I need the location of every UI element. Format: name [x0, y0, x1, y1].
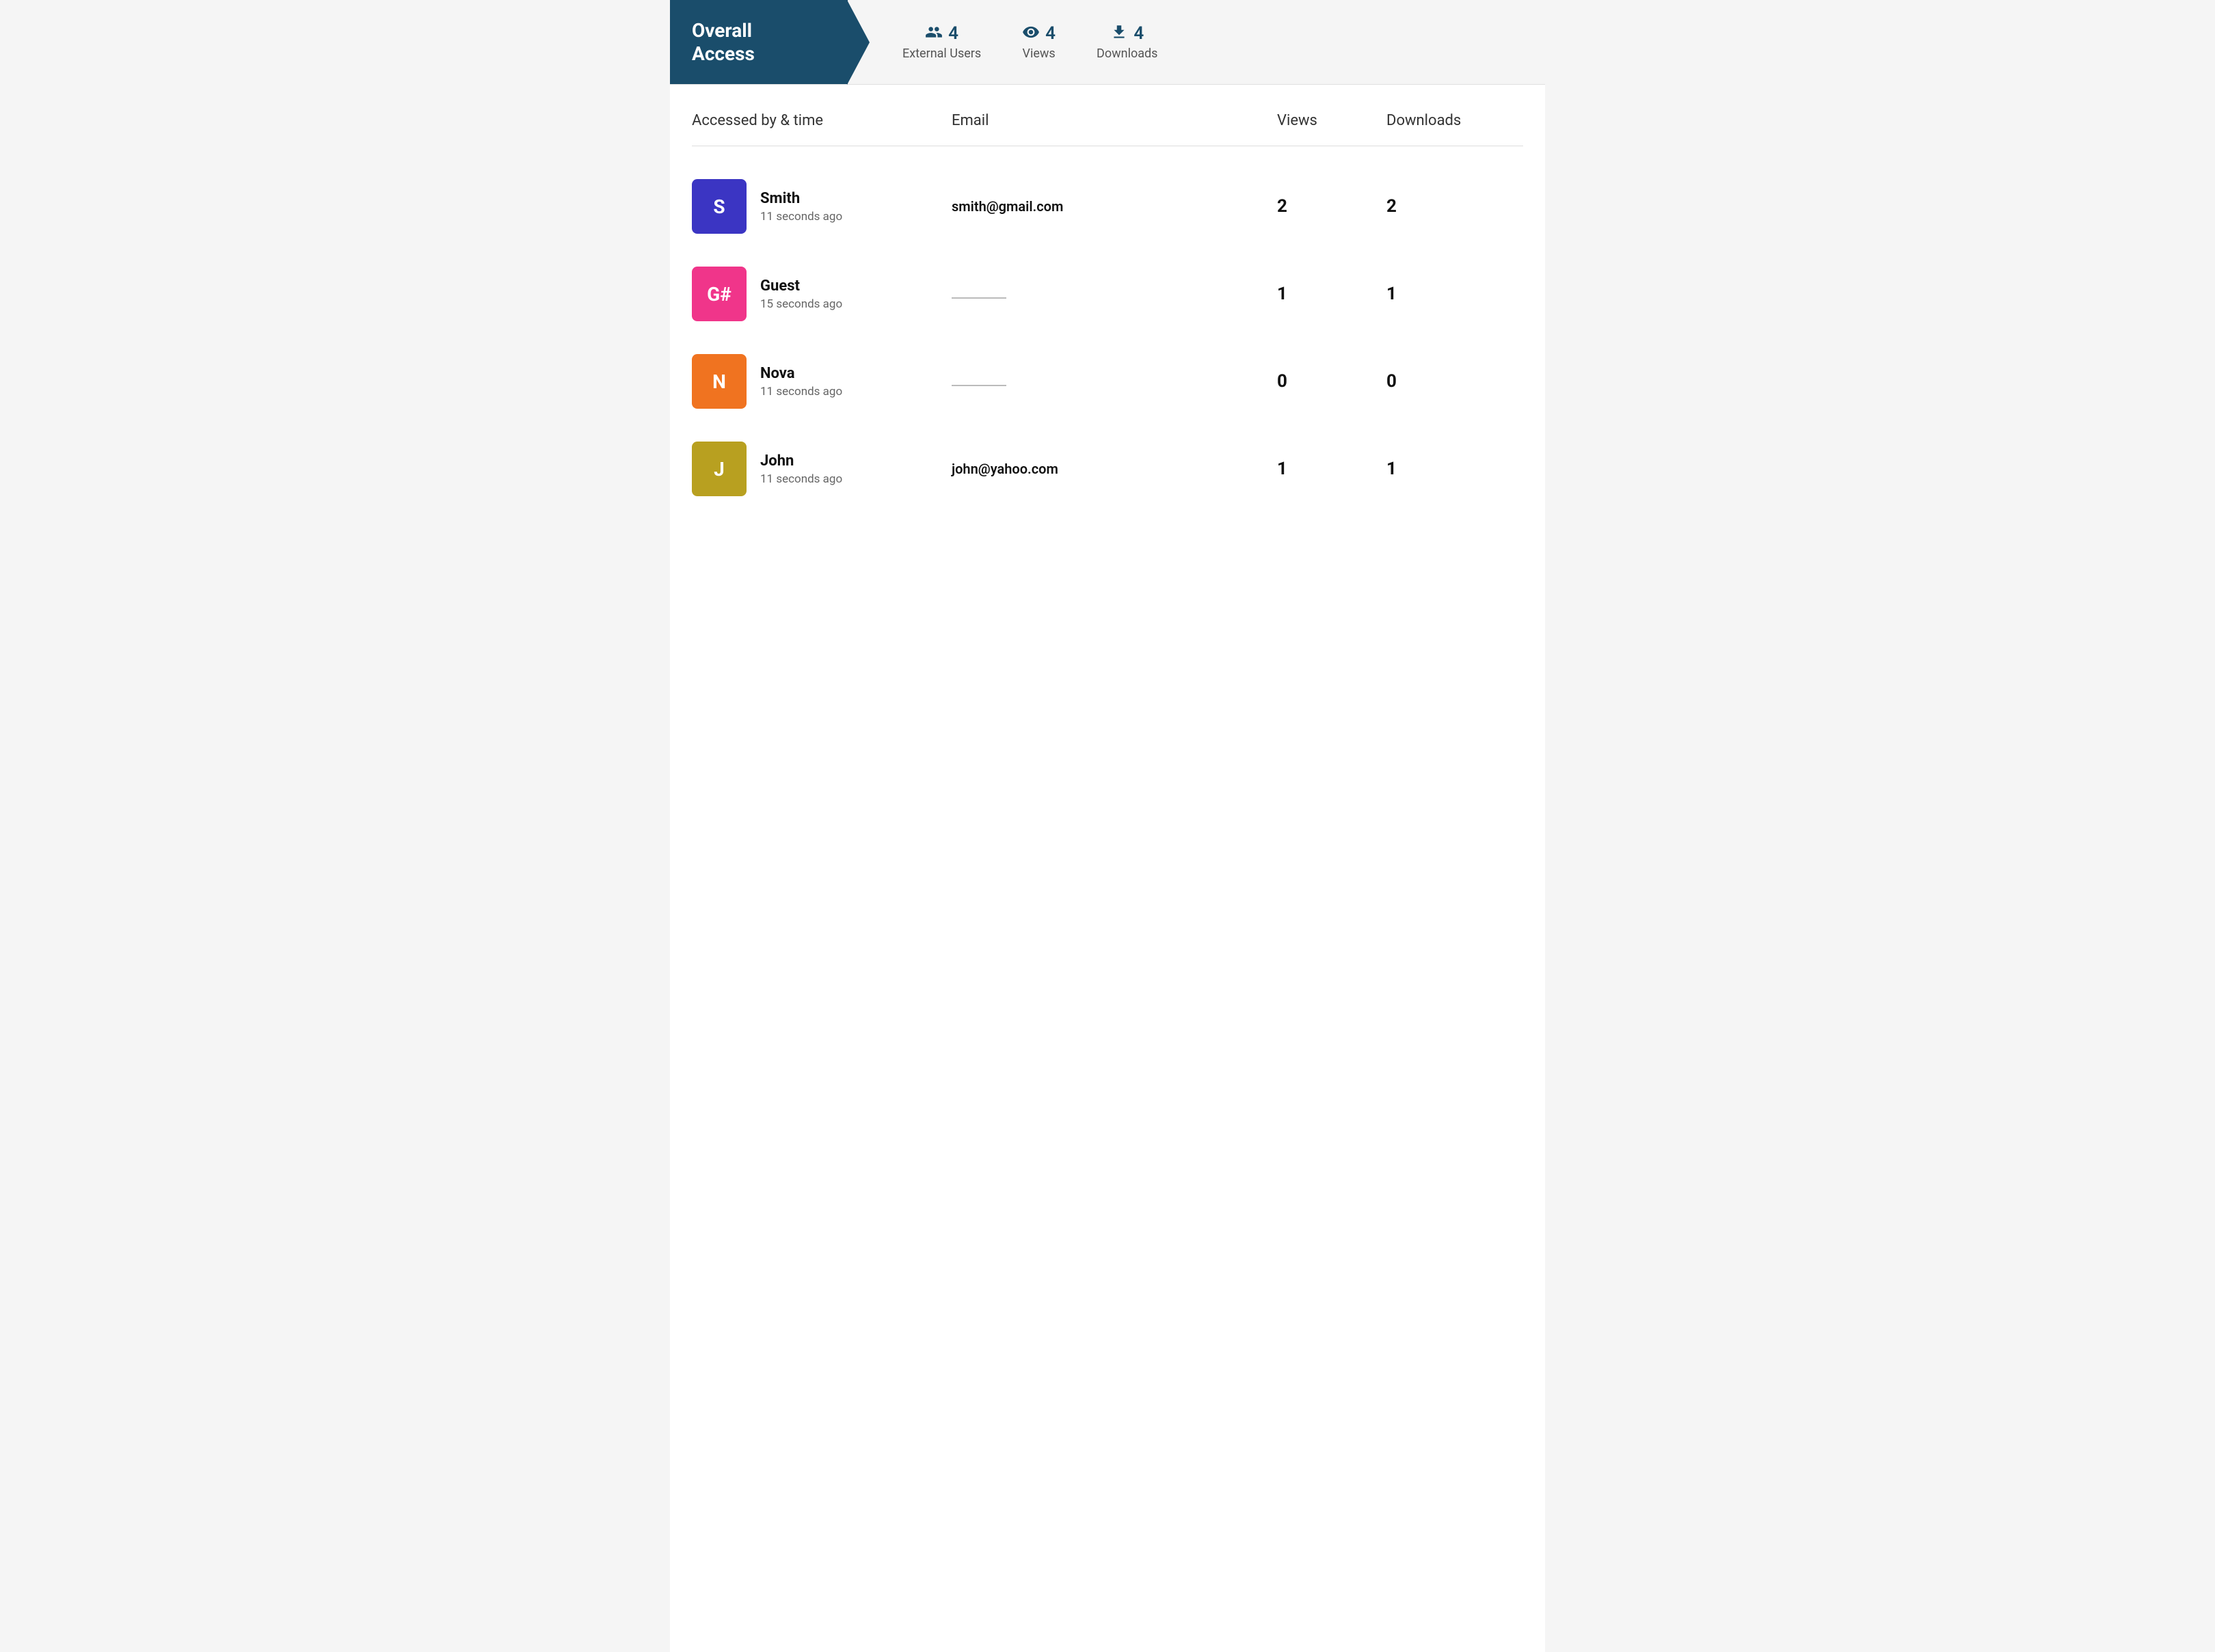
user-name-john: John	[760, 452, 842, 470]
col-header-accessed: Accessed by & time	[692, 112, 952, 129]
page-container: Overall Access 4 External Users	[670, 0, 1545, 1652]
table-header: Accessed by & time Email Views Downloads	[692, 112, 1523, 140]
views-john: 1	[1277, 459, 1386, 479]
user-name-guest: Guest	[760, 277, 842, 295]
user-time-smith: 11 seconds ago	[760, 210, 842, 224]
user-cell-guest: G# Guest 15 seconds ago	[692, 267, 952, 321]
download-icon	[1110, 23, 1128, 44]
downloads-label: Downloads	[1097, 46, 1157, 61]
user-cell-nova: N Nova 11 seconds ago	[692, 354, 952, 409]
email-guest	[952, 286, 1277, 302]
downloads-nova: 0	[1386, 371, 1523, 392]
downloads-smith: 2	[1386, 196, 1523, 217]
stat-views: 4 Views	[1022, 23, 1056, 61]
header: Overall Access 4 External Users	[670, 0, 1545, 85]
views-label: Views	[1023, 46, 1056, 61]
downloads-count: 4	[1133, 23, 1144, 44]
table-row: J John 11 seconds ago john@yahoo.com 1 1	[692, 425, 1523, 513]
eye-icon	[1022, 23, 1040, 44]
stat-downloads: 4 Downloads	[1097, 23, 1157, 61]
views-nova: 0	[1277, 371, 1386, 392]
title-text: Overall Access	[692, 19, 755, 65]
avatar-nova: N	[692, 354, 747, 409]
table-row: S Smith 11 seconds ago smith@gmail.com 2…	[692, 163, 1523, 250]
col-header-views: Views	[1277, 112, 1386, 129]
email-nova	[952, 373, 1277, 390]
email-smith: smith@gmail.com	[952, 198, 1277, 215]
user-time-john: 11 seconds ago	[760, 472, 842, 486]
downloads-guest: 1	[1386, 284, 1523, 304]
avatar-smith: S	[692, 179, 747, 234]
views-count: 4	[1045, 23, 1056, 44]
views-guest: 1	[1277, 284, 1386, 304]
email-john: john@yahoo.com	[952, 461, 1277, 477]
user-cell-john: J John 11 seconds ago	[692, 442, 952, 496]
avatar-john: J	[692, 442, 747, 496]
user-name-smith: Smith	[760, 190, 842, 207]
user-info-guest: Guest 15 seconds ago	[760, 277, 842, 311]
users-icon	[925, 23, 943, 44]
avatar-guest: G#	[692, 267, 747, 321]
overall-access-title: Overall Access	[670, 0, 848, 84]
table-section: Accessed by & time Email Views Downloads…	[670, 85, 1545, 540]
user-name-nova: Nova	[760, 365, 842, 382]
user-info-smith: Smith 11 seconds ago	[760, 190, 842, 224]
external-users-label: External Users	[902, 46, 981, 61]
views-smith: 2	[1277, 196, 1386, 217]
user-cell-smith: S Smith 11 seconds ago	[692, 179, 952, 234]
header-stats: 4 External Users 4 Views	[848, 0, 1545, 84]
downloads-john: 1	[1386, 459, 1523, 479]
col-header-downloads: Downloads	[1386, 112, 1523, 129]
stat-external-users: 4 External Users	[902, 23, 981, 61]
user-time-nova: 11 seconds ago	[760, 385, 842, 398]
user-info-john: John 11 seconds ago	[760, 452, 842, 486]
user-info-nova: Nova 11 seconds ago	[760, 365, 842, 398]
external-users-count: 4	[948, 23, 958, 44]
table-row: N Nova 11 seconds ago 0 0	[692, 338, 1523, 425]
email-empty-nova	[952, 385, 1006, 386]
user-time-guest: 15 seconds ago	[760, 297, 842, 311]
table-row: G# Guest 15 seconds ago 1 1	[692, 250, 1523, 338]
email-empty-guest	[952, 297, 1006, 299]
col-header-email: Email	[952, 112, 1277, 129]
